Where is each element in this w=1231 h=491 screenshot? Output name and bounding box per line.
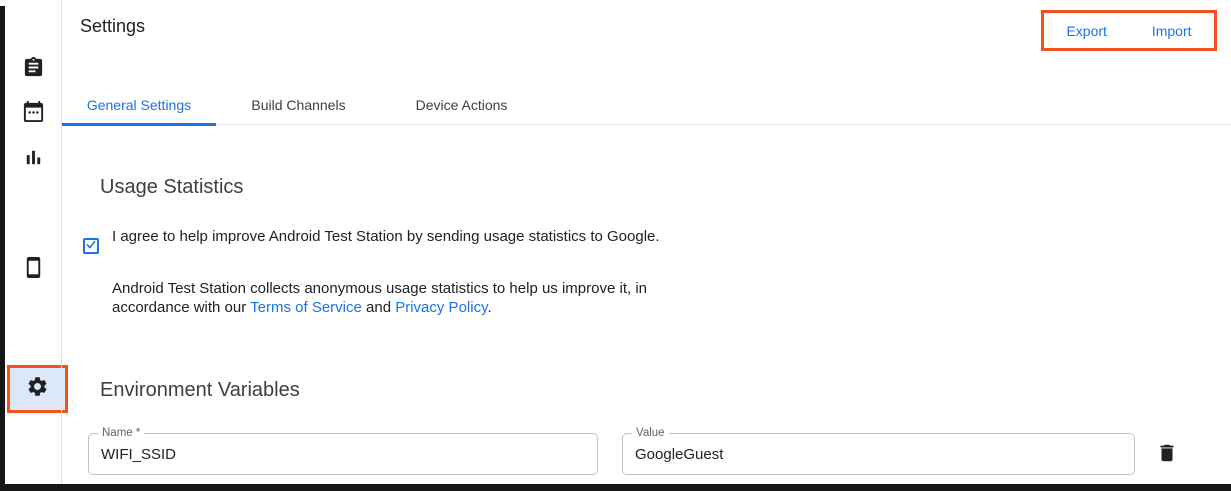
- trash-icon: [1156, 442, 1178, 467]
- export-button[interactable]: Export: [1060, 19, 1112, 43]
- delete-env-var-button[interactable]: [1153, 440, 1181, 468]
- terms-of-service-link[interactable]: Terms of Service: [250, 299, 362, 316]
- smartphone-icon: [22, 256, 45, 284]
- env-var-value-input[interactable]: [623, 434, 1134, 474]
- tab-build-channels[interactable]: Build Channels: [216, 85, 381, 125]
- clipboard-icon: [22, 56, 45, 84]
- sidebar-item-test-suites[interactable]: [5, 53, 62, 87]
- tab-device-actions[interactable]: Device Actions: [381, 85, 542, 125]
- usage-agree-text: I agree to help improve Android Test Sta…: [112, 225, 660, 248]
- sidebar-item-test-results[interactable]: [5, 143, 62, 177]
- page-title: Settings: [80, 16, 145, 37]
- gear-icon: [26, 375, 49, 403]
- import-button[interactable]: Import: [1146, 19, 1198, 43]
- screenshot-border-bottom: [0, 484, 1231, 491]
- usage-description-text: Android Test Station collects anonymous …: [112, 279, 712, 317]
- sidebar-item-test-plans[interactable]: [5, 97, 62, 131]
- environment-variables-heading: Environment Variables: [100, 379, 300, 402]
- env-var-name-input[interactable]: [89, 434, 597, 474]
- export-import-annotation-box: Export Import: [1041, 10, 1217, 51]
- env-var-name-field: Name *: [88, 433, 598, 475]
- settings-tab-bar: General Settings Build Channels Device A…: [62, 85, 1231, 125]
- sidebar-divider: [61, 0, 62, 484]
- sidebar-item-devices[interactable]: [5, 253, 62, 287]
- bar-chart-icon: [22, 146, 45, 174]
- checkmark-icon: [85, 237, 97, 255]
- screenshot-border-left: [0, 6, 5, 491]
- settings-page: Settings Export Import General Settings …: [0, 0, 1231, 491]
- calendar-icon: [22, 100, 45, 128]
- privacy-policy-link[interactable]: Privacy Policy: [395, 299, 487, 316]
- env-var-value-field: Value: [622, 433, 1135, 475]
- tab-general-settings[interactable]: General Settings: [62, 85, 216, 125]
- sidebar: [5, 0, 62, 484]
- usage-statistics-checkbox[interactable]: [83, 238, 99, 254]
- sidebar-item-settings[interactable]: [7, 365, 68, 413]
- usage-statistics-heading: Usage Statistics: [100, 176, 243, 199]
